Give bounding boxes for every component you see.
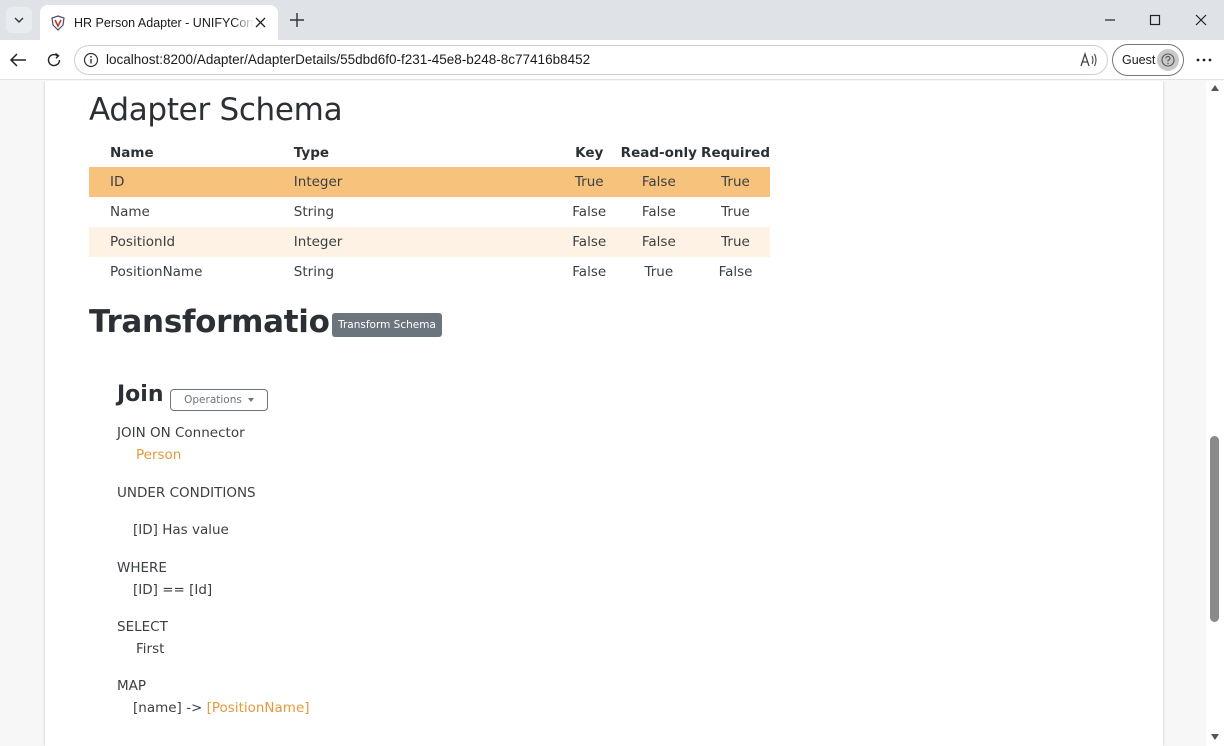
col-header-key: Key [575, 144, 604, 161]
cell-required: True [701, 227, 770, 257]
cell-type: String [293, 264, 335, 280]
address-bar: localhost:8200/Adapter/AdapterDetails/55… [0, 40, 1224, 80]
operations-dropdown-button[interactable]: Operations [170, 389, 268, 411]
transformations-heading: Transformations [89, 304, 370, 340]
operations-label: Operations [184, 394, 242, 406]
map-source: [name] -> [133, 700, 203, 716]
cell-key: False [561, 227, 617, 257]
more-menu-button[interactable] [1192, 48, 1216, 72]
shield-favicon-icon [51, 14, 65, 31]
new-tab-button[interactable] [286, 9, 308, 31]
arrow-left-icon [9, 53, 26, 67]
col-header-required: Required [701, 144, 770, 161]
cell-required: True [721, 204, 750, 220]
cell-name: ID [89, 167, 294, 197]
cell-type: Integer [293, 227, 562, 257]
map-label: MAP [117, 678, 147, 694]
table-row[interactable]: PositionId Integer False False True [89, 227, 770, 257]
join-heading: Join [117, 382, 164, 407]
scroll-thumb[interactable] [1210, 436, 1219, 622]
condition-text: [ID] Has value [133, 522, 229, 538]
schema-header-row: Name Type Key Read-only Required [89, 138, 770, 167]
adapter-schema-heading: Adapter Schema [89, 92, 343, 128]
table-row[interactable]: ID Integer True False True [89, 167, 770, 197]
scroll-down-icon[interactable] [1211, 734, 1219, 740]
transform-schema-button[interactable]: Transform Schema [332, 313, 442, 337]
col-header-name: Name [110, 144, 154, 161]
map-target-link[interactable]: [PositionName] [207, 700, 310, 716]
guest-avatar-icon [1157, 49, 1179, 71]
schema-table: Name Type Key Read-only Required ID Inte… [89, 138, 770, 287]
cell-type: Integer [293, 167, 562, 197]
where-label: WHERE [117, 560, 167, 576]
cell-read-only: False [616, 167, 702, 197]
cell-read-only: True [644, 264, 674, 280]
browser-tab[interactable]: HR Person Adapter - UNIFYConnect [40, 5, 278, 40]
page-scrollbar[interactable] [1206, 81, 1224, 746]
more-horizontal-icon [1196, 58, 1212, 62]
plus-icon [290, 13, 304, 27]
cell-key: True [561, 167, 617, 197]
cell-name: Name [110, 204, 150, 220]
cell-name: PositionId [89, 227, 294, 257]
cell-key: False [572, 204, 607, 220]
profile-label: Guest [1122, 53, 1156, 67]
url-field[interactable]: localhost:8200/Adapter/AdapterDetails/55… [74, 45, 1108, 75]
caret-down-icon [247, 398, 254, 402]
cell-read-only: False [616, 227, 702, 257]
cell-name: PositionName [110, 264, 203, 280]
cell-type: String [293, 204, 335, 220]
info-icon[interactable] [83, 52, 99, 68]
cell-key: False [572, 264, 607, 280]
table-row[interactable]: PositionName String False True False [89, 257, 770, 287]
read-aloud-icon[interactable] [1079, 51, 1099, 69]
map-expression: [name] -> [PositionName] [133, 700, 310, 716]
cell-read-only: False [641, 204, 676, 220]
select-label: SELECT [117, 619, 168, 635]
close-window-button[interactable] [1189, 8, 1213, 32]
col-header-read-only: Read-only [620, 144, 697, 161]
tab-title: HR Person Adapter - UNIFYConnect [74, 15, 254, 30]
join-connector-link[interactable]: Person [136, 447, 181, 463]
close-icon [1195, 14, 1207, 26]
scroll-up-icon[interactable] [1211, 85, 1219, 91]
profile-button[interactable]: Guest [1112, 44, 1184, 76]
select-value: First [136, 641, 165, 657]
maximize-button[interactable] [1143, 8, 1167, 32]
col-header-type: Type [293, 144, 330, 161]
tab-bar: HR Person Adapter - UNIFYConnect [0, 0, 1224, 40]
minimize-button[interactable] [1098, 8, 1122, 32]
cell-required: True [701, 167, 770, 197]
chevron-down-icon [14, 17, 24, 23]
maximize-icon [1149, 14, 1161, 26]
where-expression: [ID] == [Id] [133, 582, 213, 598]
join-on-label: JOIN ON Connector [117, 425, 245, 441]
reload-button[interactable] [42, 48, 66, 72]
reload-icon [47, 52, 61, 67]
tab-list-button[interactable] [6, 7, 32, 33]
cell-required: False [718, 264, 753, 280]
under-conditions-label: UNDER CONDITIONS [117, 485, 256, 501]
table-row[interactable]: Name String False False True [89, 197, 770, 227]
back-button[interactable] [6, 48, 30, 72]
tab-close-button[interactable] [252, 14, 268, 30]
minimize-icon [1105, 19, 1115, 21]
close-icon [255, 17, 265, 27]
url-text: localhost:8200/Adapter/AdapterDetails/55… [106, 52, 591, 67]
